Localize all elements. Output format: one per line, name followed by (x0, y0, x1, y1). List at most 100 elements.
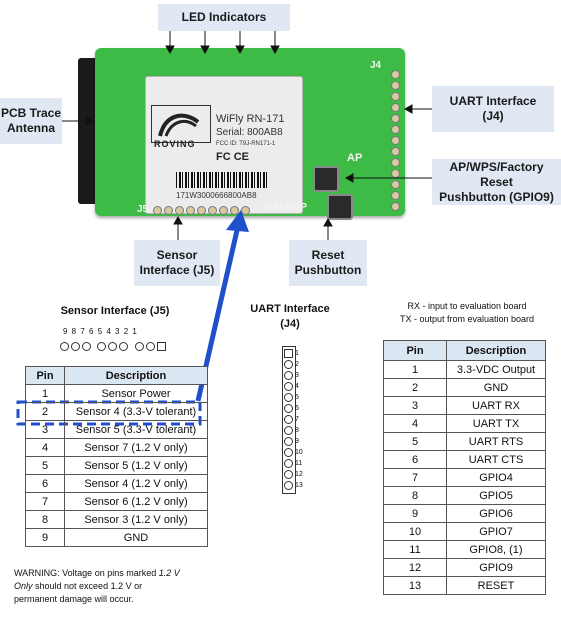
sensor-col-description: Description (64, 366, 208, 385)
cell-pin: 11 (383, 540, 447, 559)
uart-direction-note: RX - input to evaluation board TX - outp… (382, 300, 552, 326)
cell-pin: 5 (383, 432, 447, 451)
cell-pin: 1 (383, 360, 447, 379)
cell-description: Sensor Power (64, 384, 208, 403)
barcode (176, 172, 268, 188)
table-row: 4 UART TX (383, 414, 546, 433)
uart-pin-label: 2 (295, 361, 299, 368)
cell-pin: 3 (383, 396, 447, 415)
callout-sensor-interface: Sensor Interface (J5) (134, 240, 220, 286)
module-fcc-id: FCC ID: T9J-RN171-1 (216, 141, 276, 147)
sensor-heading: Sensor Interface (J5) (60, 305, 170, 317)
cell-description: Sensor 4 (1.2 V only) (64, 474, 208, 493)
uart-pin-label: 11 (295, 460, 303, 467)
cell-description: Sensor 4 (3.3-V tolerant) (64, 402, 208, 421)
uart-pin-label: 7 (295, 416, 299, 423)
table-row: 9 GND (25, 528, 208, 547)
uart-pin-label: 5 (295, 394, 299, 401)
warning-text-2: should not exceed 1.2 V or (32, 581, 143, 591)
callout-led-text: LED Indicators (181, 10, 267, 24)
callout-reset-pushbutton: Reset Pushbutton (289, 240, 367, 286)
cell-description: UART TX (446, 414, 546, 433)
callout-uart-line2: (J4) (482, 109, 504, 123)
callout-antenna-line1: PCB Trace (0, 106, 62, 120)
callout-sensor-line1: Sensor (156, 248, 198, 262)
table-row: 7 GPIO4 (383, 468, 546, 487)
table-row: 12 GPIO9 (383, 558, 546, 577)
cell-description: Sensor 6 (1.2 V only) (64, 492, 208, 511)
uart-pin-label: 8 (295, 427, 299, 434)
uart-pin-table: Pin Description 1 3.3-VDC Output 2 GND 3 UA… (383, 340, 546, 595)
cell-pin: 3 (25, 420, 65, 439)
table-row: 5 UART RTS (383, 432, 546, 451)
uart-heading-line1: UART Interface (250, 303, 330, 315)
uart-pin-label: 9 (295, 438, 299, 445)
sensor-pin-numbers: 9 8 7 6 5 4 3 2 1 (63, 327, 138, 336)
cell-pin: 12 (383, 558, 447, 577)
sensor-connector-diagram (60, 338, 168, 356)
cell-pin: 4 (25, 438, 65, 457)
cell-pin: 9 (25, 528, 65, 547)
warning-text-3: permanent damage will occur. (14, 594, 134, 604)
cell-pin: 13 (383, 576, 447, 595)
roving-logo-text: ROVING (154, 139, 196, 149)
callout-ap-line2: Pushbutton (GPIO9) (439, 189, 554, 204)
callout-ap-pushbutton: AP/WPS/Factory Reset Pushbutton (GPIO9) (432, 159, 561, 205)
cell-pin: 5 (25, 456, 65, 475)
uart-connector-pins: 1 2 3 4 5 6 7 8 9 10 11 12 13 (284, 348, 303, 491)
table-row: 9 GPIO6 (383, 504, 546, 523)
table-row: 11 GPIO8, (1) (383, 540, 546, 559)
uart-heading: UART Interface (J4) (240, 303, 340, 330)
cell-pin: 8 (25, 510, 65, 529)
cell-description: Sensor 5 (3.3-V tolerant) (64, 420, 208, 439)
table-row: 5 Sensor 5 (1.2 V only) (25, 456, 208, 475)
cell-description: 3.3-VDC Output (446, 360, 546, 379)
evaluation-board: ROVING WiFly RN-171 Serial: 800AB8 FCC I… (95, 48, 405, 220)
cell-description: GPIO9 (446, 558, 546, 577)
cell-description: GPIO5 (446, 486, 546, 505)
uart-pin-label: 4 (295, 383, 299, 390)
table-row: 13 RESET (383, 576, 546, 595)
uart-col-description: Description (446, 340, 546, 361)
uart-col-pin: Pin (383, 340, 447, 361)
table-row: 6 Sensor 4 (1.2 V only) (25, 474, 208, 493)
cell-pin: 8 (383, 486, 447, 505)
callout-reset-line2: Pushbutton (294, 263, 362, 277)
cell-pin: 6 (383, 450, 447, 469)
cell-pin: 9 (383, 504, 447, 523)
cell-pin: 10 (383, 522, 447, 541)
table-row: 4 Sensor 7 (1.2 V only) (25, 438, 208, 457)
callout-pcb-antenna: PCB Trace Antenna (0, 98, 62, 144)
callout-antenna-line2: Antenna (7, 121, 55, 135)
warning-italic-1: 1.2 V (158, 568, 180, 578)
board-label-wakeup: WAKEUP (263, 202, 307, 213)
cell-description: Sensor 3 (1.2 V only) (64, 510, 208, 529)
callout-reset-line1: Reset (311, 248, 345, 262)
uart-pin-label: 10 (295, 449, 303, 456)
warning-text-1: WARNING: Voltage on pins marked (14, 568, 159, 578)
uart-heading-line2: (J4) (280, 318, 300, 330)
callout-sensor-line2: Interface (J5) (139, 263, 215, 277)
cell-description: GND (446, 378, 546, 397)
cell-description: GPIO8, (1) (446, 540, 546, 559)
table-row: 3 UART RX (383, 396, 546, 415)
table-row: 1 Sensor Power (25, 384, 208, 403)
ap-pushbutton[interactable] (313, 166, 339, 192)
uart-pin-label: 13 (295, 482, 303, 489)
cell-description: GPIO6 (446, 504, 546, 523)
cell-pin: 2 (383, 378, 447, 397)
cell-description: UART RTS (446, 432, 546, 451)
table-row: 8 GPIO5 (383, 486, 546, 505)
cell-description: GND (64, 528, 208, 547)
roving-logo (151, 105, 211, 143)
reset-pushbutton[interactable] (327, 194, 353, 220)
module-serial: Serial: 800AB8 (216, 127, 283, 138)
table-row: 7 Sensor 6 (1.2 V only) (25, 492, 208, 511)
sensor-pin-table: Pin Description 1 Sensor Power 2 Sensor 4 … (25, 366, 208, 547)
board-label-j4: J4 (370, 60, 382, 71)
cell-pin: 6 (25, 474, 65, 493)
table-row: 3 Sensor 5 (3.3-V tolerant) (25, 420, 208, 439)
note-rx: RX - input to evaluation board (407, 301, 527, 311)
cell-description: UART CTS (446, 450, 546, 469)
cell-pin: 1 (25, 384, 65, 403)
